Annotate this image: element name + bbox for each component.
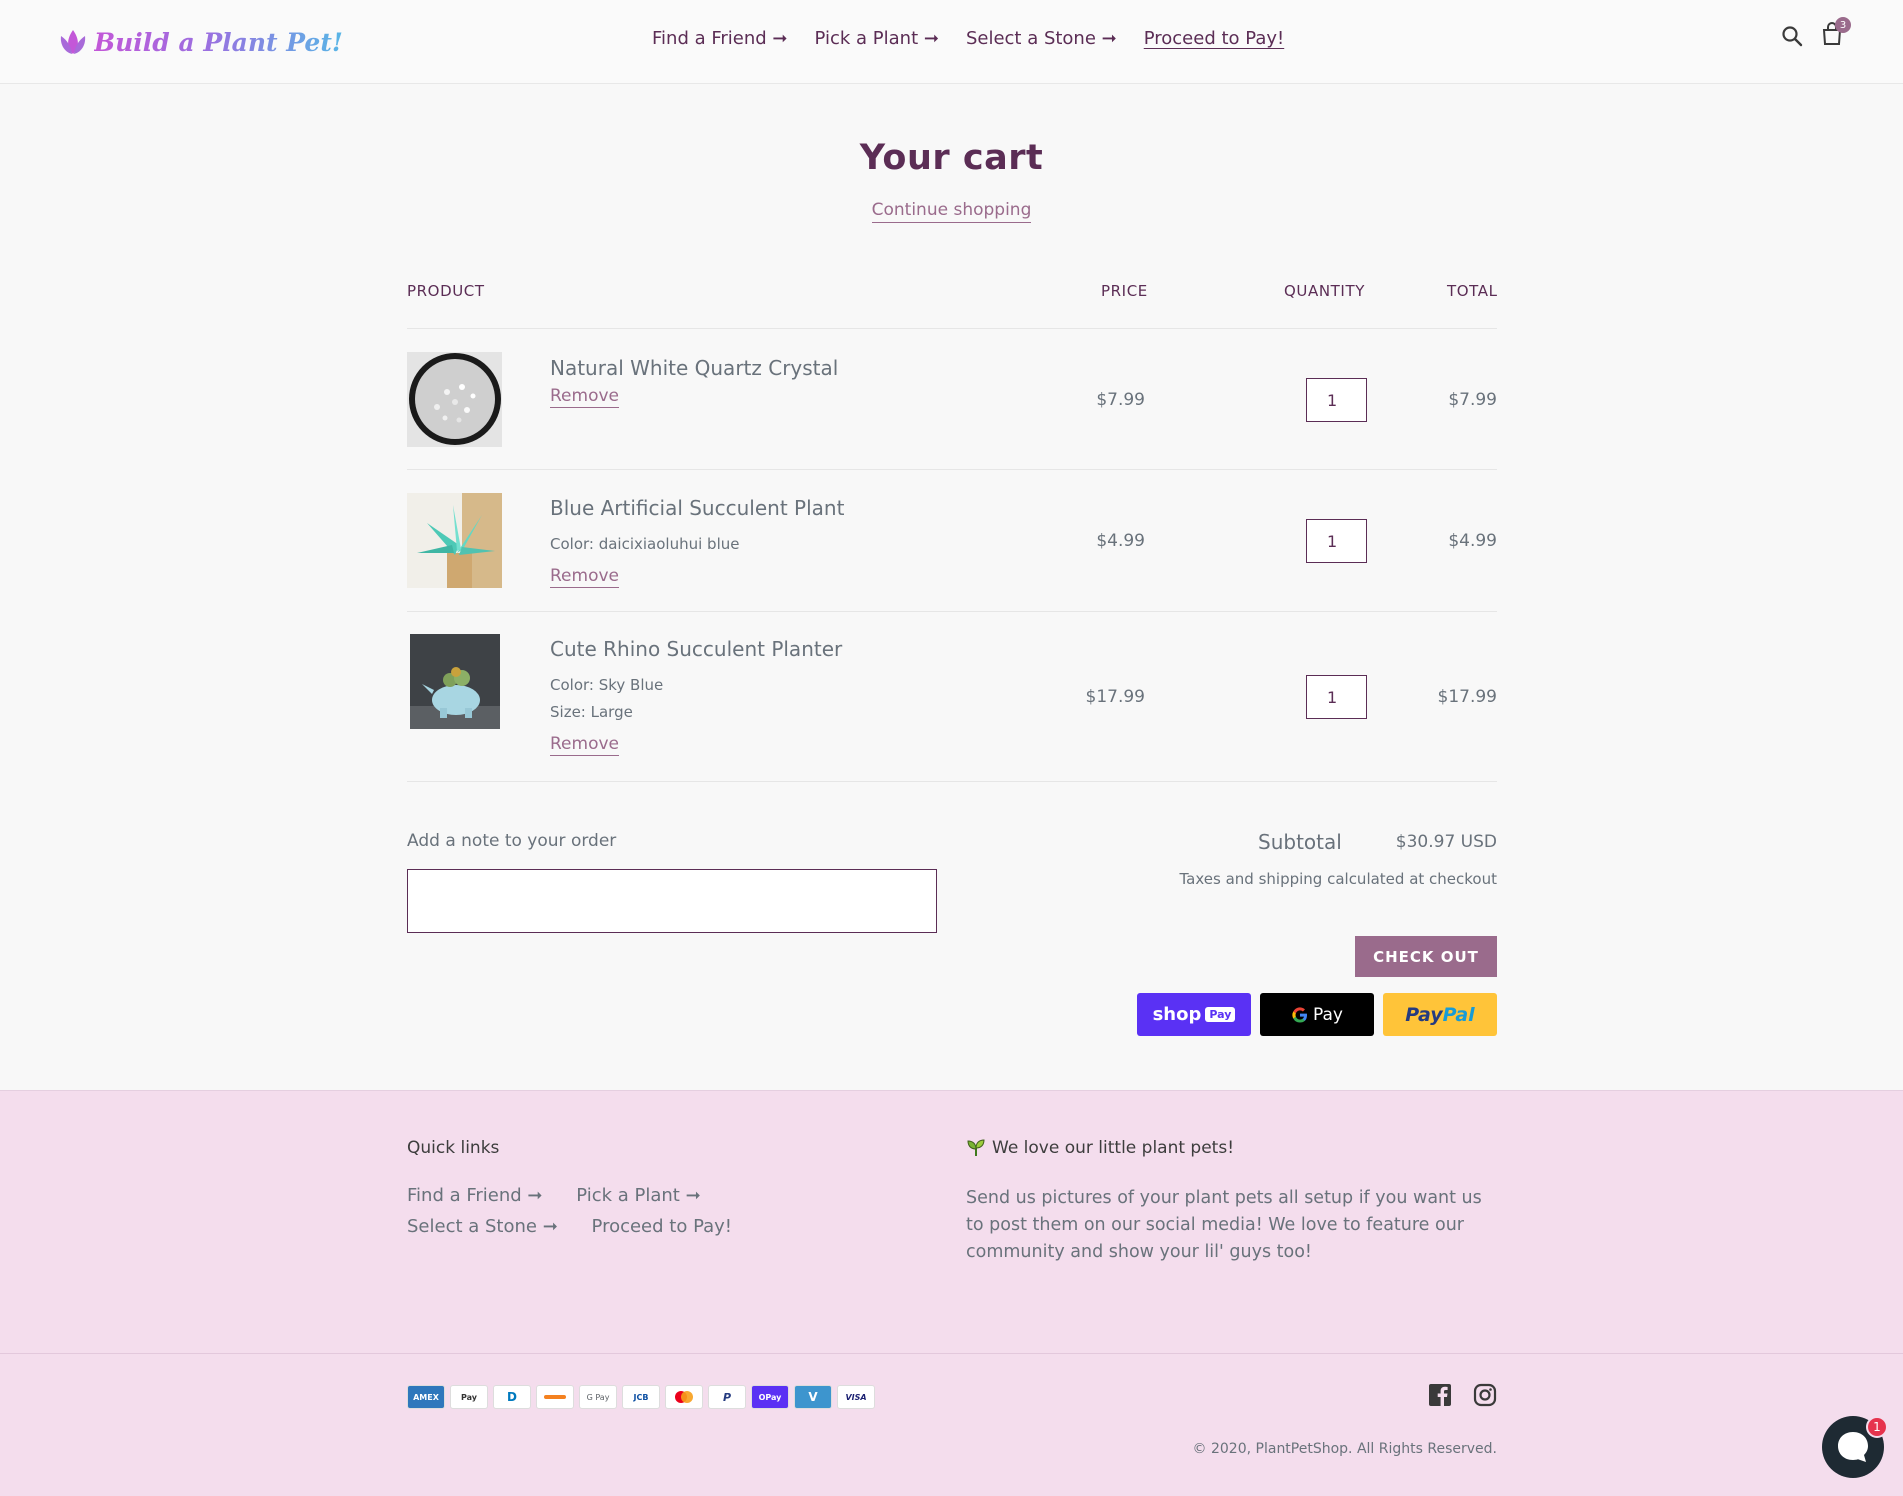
quick-links-heading: Quick links — [407, 1138, 500, 1158]
cart-count-badge: 3 — [1835, 17, 1851, 33]
main-nav: Find a Friend ➞ Pick a Plant ➞ Select a … — [652, 28, 1284, 49]
footer-link-proceed-to-pay[interactable]: Proceed to Pay! — [592, 1216, 732, 1237]
paypal-text-b: Pal — [1442, 1003, 1475, 1026]
diners-club-icon: D — [493, 1385, 531, 1409]
discover-mark-icon — [544, 1395, 566, 1399]
visa-icon: VISA — [837, 1385, 875, 1409]
about-heading: We love our little plant pets! — [992, 1138, 1235, 1158]
item-price: $17.99 — [1085, 687, 1145, 707]
mastercard-icon — [665, 1385, 703, 1409]
remove-link[interactable]: Remove — [550, 734, 619, 756]
product-name[interactable]: Natural White Quartz Crystal — [550, 356, 838, 380]
google-g-icon — [1292, 1006, 1308, 1023]
item-total: $17.99 — [1437, 687, 1497, 707]
continue-shopping-link[interactable]: Continue shopping — [871, 200, 1032, 223]
item-price: $4.99 — [1096, 531, 1145, 551]
shop-pay-pill: Pay — [1205, 1007, 1236, 1022]
header-icons: 3 — [1781, 17, 1851, 50]
logo[interactable]: Build a Plant Pet! — [58, 22, 343, 62]
quantity-input[interactable]: 1 — [1306, 519, 1367, 563]
divider — [407, 781, 1497, 782]
quartz-bowl-image — [407, 352, 502, 447]
order-note-textarea[interactable] — [407, 869, 937, 933]
footer-link-select-a-stone[interactable]: Select a Stone ➞ — [407, 1216, 558, 1237]
subtotal-value: $30.97 USD — [1395, 832, 1497, 852]
divider — [407, 328, 1497, 329]
cart-button[interactable]: 3 — [1821, 17, 1851, 50]
divider — [407, 611, 1497, 612]
about-text: Send us pictures of your plant pets all … — [966, 1188, 1482, 1262]
footer-divider — [0, 1353, 1903, 1354]
product-option: Size: Large — [550, 703, 633, 721]
search-icon[interactable] — [1781, 25, 1803, 47]
remove-link[interactable]: Remove — [550, 566, 619, 588]
shop-pay-button[interactable]: shop Pay — [1137, 993, 1251, 1036]
succulent-image — [407, 493, 502, 588]
google-pay-icon: G Pay — [579, 1385, 617, 1409]
item-total: $4.99 — [1448, 531, 1497, 551]
lotus-icon — [60, 30, 86, 54]
amex-icon: AMEX — [407, 1385, 445, 1409]
subtotal-label: Subtotal — [1258, 830, 1342, 854]
product-name[interactable]: Cute Rhino Succulent Planter — [550, 637, 842, 661]
shop-pay-icon: OPay — [751, 1385, 789, 1409]
paypal-icon: P — [708, 1385, 746, 1409]
jcb-icon: JCB — [622, 1385, 660, 1409]
product-image[interactable] — [407, 493, 502, 588]
rhino-planter-image — [410, 634, 500, 729]
item-total: $7.99 — [1448, 390, 1497, 410]
column-header-product: PRODUCT — [407, 282, 485, 300]
product-option: Color: daicixiaoluhui blue — [550, 535, 740, 553]
logo-text: Build a Plant Pet! — [94, 27, 343, 57]
google-pay-button[interactable]: Pay — [1260, 993, 1374, 1036]
order-note-label: Add a note to your order — [407, 831, 617, 851]
site-header: Build a Plant Pet! Find a Friend ➞ Pick … — [0, 0, 1903, 84]
about-heading-row: We love our little plant pets! — [966, 1138, 1234, 1158]
instagram-icon[interactable] — [1473, 1383, 1497, 1407]
facebook-icon[interactable] — [1428, 1383, 1452, 1407]
item-price: $7.99 — [1096, 390, 1145, 410]
discover-icon — [536, 1385, 574, 1409]
divider — [407, 469, 1497, 470]
column-header-total: TOTAL — [1447, 282, 1498, 300]
footer-link-pick-a-plant[interactable]: Pick a Plant ➞ — [576, 1185, 700, 1206]
google-pay-text: Pay — [1313, 1004, 1343, 1025]
product-option: Color: Sky Blue — [550, 676, 664, 694]
nav-select-a-stone[interactable]: Select a Stone ➞ — [966, 28, 1117, 49]
quick-links: Find a Friend ➞ Pick a Plant ➞ Select a … — [407, 1185, 907, 1247]
product-image[interactable] — [407, 352, 502, 447]
paypal-text-a: Pay — [1405, 1003, 1443, 1026]
shop-pay-text: shop — [1152, 1004, 1202, 1025]
column-header-price: PRICE — [1101, 282, 1148, 300]
nav-pick-a-plant[interactable]: Pick a Plant ➞ — [815, 28, 939, 49]
quantity-input[interactable]: 1 — [1306, 675, 1367, 719]
paypal-button[interactable]: Pay Pal — [1383, 993, 1497, 1036]
chat-notification-badge: 1 — [1866, 1416, 1888, 1438]
remove-link[interactable]: Remove — [550, 386, 619, 408]
nav-find-a-friend[interactable]: Find a Friend ➞ — [652, 28, 788, 49]
nav-proceed-to-pay[interactable]: Proceed to Pay! — [1144, 28, 1284, 49]
product-name[interactable]: Blue Artificial Succulent Plant — [550, 496, 844, 520]
social-links — [1428, 1383, 1497, 1407]
payment-icons: AMEX Pay D G Pay JCB P OPay V VISA — [407, 1385, 875, 1409]
product-image[interactable] — [410, 634, 500, 729]
site-footer: Quick links Find a Friend ➞ Pick a Plant… — [0, 1090, 1903, 1496]
column-header-quantity: QUANTITY — [1284, 282, 1365, 300]
venmo-icon: V — [794, 1385, 832, 1409]
tax-note: Taxes and shipping calculated at checkou… — [1179, 870, 1498, 888]
footer-link-find-a-friend[interactable]: Find a Friend ➞ — [407, 1185, 543, 1206]
page-title: Your cart — [859, 138, 1044, 178]
checkout-button[interactable]: CHECK OUT — [1355, 936, 1497, 977]
mastercard-circles-icon — [675, 1391, 693, 1403]
copyright: © 2020, PlantPetShop. All Rights Reserve… — [1192, 1441, 1497, 1457]
continue-shopping-container: Continue shopping — [0, 200, 1903, 223]
apple-pay-icon: Pay — [450, 1385, 488, 1409]
seedling-icon — [967, 1139, 985, 1156]
quantity-input[interactable]: 1 — [1306, 378, 1367, 422]
